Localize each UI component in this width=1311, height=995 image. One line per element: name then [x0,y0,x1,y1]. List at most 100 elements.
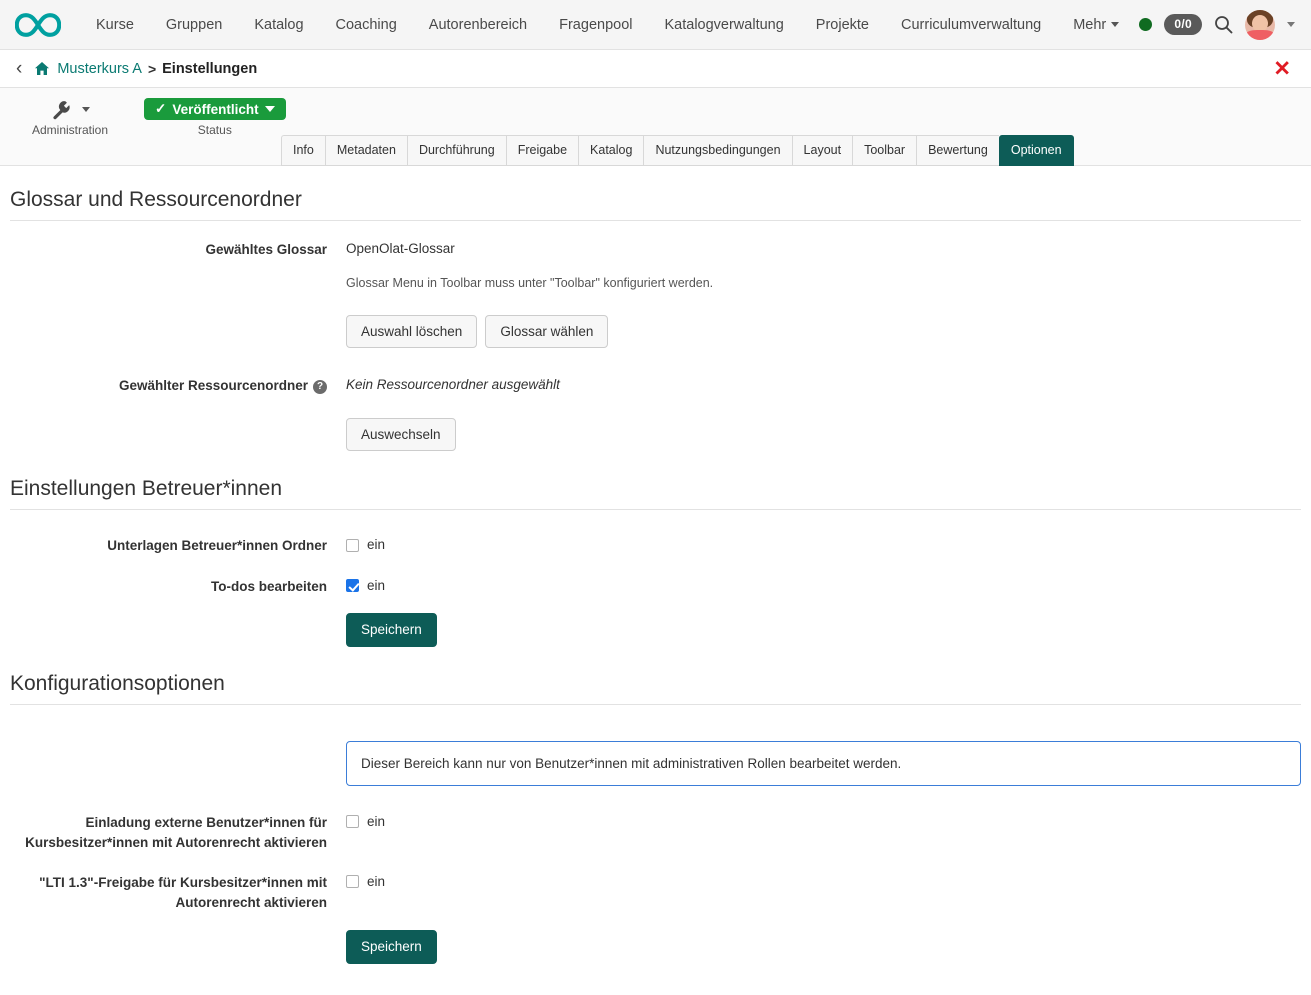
tab-info[interactable]: Info [281,135,325,166]
nav-item-autorenbereich[interactable]: Autorenbereich [413,0,543,50]
field-einladung: ein [337,812,385,832]
checkbox-row-todos[interactable]: ein [346,576,385,596]
tab-bewertung[interactable]: Bewertung [916,135,999,166]
search-icon[interactable] [1214,15,1233,34]
tab-katalog[interactable]: Katalog [578,135,643,166]
nav-item-mehr-label: Mehr [1073,17,1106,33]
nav-item-mehr[interactable]: Mehr [1057,0,1135,50]
label-gewaehlter-ressourcenordner: Gewählter Ressourcenordner? [10,375,337,396]
toolbar-items: Administration ✓ Veröffentlicht Status [0,96,1311,137]
status-chevron-down-icon [265,106,275,112]
tab-optionen[interactable]: Optionen [999,135,1074,166]
nav-item-projekte[interactable]: Projekte [800,0,885,50]
choose-glossary-button[interactable]: Glossar wählen [485,315,608,349]
administration-icon-row [32,96,108,122]
checkbox-row-lti[interactable]: ein [346,872,385,892]
spacer-label-info [10,741,337,742]
ressourcenordner-button-group: Auswechseln [346,418,560,452]
administration-button[interactable]: Administration [14,96,126,137]
clear-selection-button[interactable]: Auswahl löschen [346,315,477,349]
checkbox-lti-freigabe[interactable] [346,875,359,888]
user-menu-chevron-down-icon[interactable] [1287,22,1295,27]
status-caption: Status [144,123,286,137]
save-button-konfiguration[interactable]: Speichern [346,930,437,964]
breadcrumb-current-page: Einstellungen [162,61,257,77]
ressourcenordner-label-text: Gewählter Ressourcenordner [119,378,308,393]
nav-item-kurse[interactable]: Kurse [80,0,150,50]
avatar-face [1252,15,1268,32]
tab-metadaten[interactable]: Metadaten [325,135,407,166]
tab-nutzungsbedingungen[interactable]: Nutzungsbedingungen [643,135,791,166]
form-row-glossar: Gewähltes Glossar OpenOlat-Glossar Gloss… [10,239,1301,348]
form-row-save-konfiguration: Speichern [10,930,1301,964]
close-icon[interactable]: ✕ [1273,58,1291,79]
administration-label: Administration [32,123,108,137]
field-save-konfiguration: Speichern [337,930,437,964]
openolat-infinity-logo[interactable] [14,10,62,40]
nav-item-katalog[interactable]: Katalog [238,0,319,50]
field-save-betreuer: Speichern [337,613,437,647]
form-row-unterlagen: Unterlagen Betreuer*innen Ordner ein [10,535,1301,556]
home-icon[interactable] [34,61,50,76]
checkbox-einladung-label: ein [367,812,385,832]
breadcrumb-bar: ‹ Musterkurs A > Einstellungen ✕ [0,50,1311,88]
checkbox-todos-bearbeiten[interactable] [346,579,359,592]
save-button-betreuer[interactable]: Speichern [346,613,437,647]
spacer-label-konfiguration [10,930,337,931]
check-icon: ✓ [155,101,166,117]
tab-freigabe[interactable]: Freigabe [506,135,578,166]
form-row-info: Dieser Bereich kann nur von Benutzer*inn… [10,741,1301,786]
checkbox-todos-label: ein [367,576,385,596]
checkbox-einladung-externe[interactable] [346,815,359,828]
nav-item-curriculumverwaltung[interactable]: Curriculumverwaltung [885,0,1057,50]
wrench-icon [51,99,72,120]
tab-durchfuehrung[interactable]: Durchführung [407,135,506,166]
label-todos-bearbeiten: To-dos bearbeiten [10,576,337,597]
nav-item-gruppen[interactable]: Gruppen [150,0,238,50]
nav-item-fragenpool[interactable]: Fragenpool [543,0,648,50]
back-chevron-left-icon[interactable]: ‹ [14,59,34,78]
form-row-save-betreuer: Speichern [10,613,1301,647]
help-icon[interactable]: ? [313,380,327,394]
swap-resource-folder-button[interactable]: Auswechseln [346,418,456,452]
info-box-wrapper: Dieser Bereich kann nur von Benutzer*inn… [10,741,1301,786]
tab-toolbar[interactable]: Toolbar [852,135,916,166]
glossar-note: Glossar Menu in Toolbar muss unter "Tool… [346,274,713,292]
section-title-glossar: Glossar und Ressourcenordner [10,188,1301,221]
checkbox-unterlagen-label: ein [367,535,385,555]
admin-notice-box: Dieser Bereich kann nur von Benutzer*inn… [346,741,1301,786]
field-ressourcenordner: Kein Ressourcenordner ausgewählt Auswech… [337,375,560,451]
form-row-todos: To-dos bearbeiten ein [10,576,1301,597]
form-row-einladung: Einladung externe Benutzer*innen für Kur… [10,812,1301,852]
glossar-button-group: Auswahl löschen Glossar wählen [346,315,713,349]
label-unterlagen-ordner: Unterlagen Betreuer*innen Ordner [10,535,337,556]
main-nav-links: Kurse Gruppen Katalog Coaching Autorenbe… [80,0,1135,50]
checkbox-unterlagen-ordner[interactable] [346,539,359,552]
nav-item-coaching[interactable]: Coaching [320,0,413,50]
notification-counter-badge[interactable]: 0/0 [1164,14,1202,34]
top-navigation-bar: Kurse Gruppen Katalog Coaching Autorenbe… [0,0,1311,50]
checkbox-row-unterlagen[interactable]: ein [346,535,385,555]
section-title-konfiguration: Konfigurationsoptionen [10,672,1301,705]
status-badge[interactable]: ✓ Veröffentlicht [144,98,286,120]
tab-layout[interactable]: Layout [792,135,853,166]
field-glossar: OpenOlat-Glossar Glossar Menu in Toolbar… [337,239,713,348]
top-nav-right-cluster: 0/0 [1139,10,1299,40]
label-einladung-externe: Einladung externe Benutzer*innen für Kur… [10,812,337,852]
field-unterlagen: ein [337,535,385,555]
form-row-ressourcenordner: Gewählter Ressourcenordner? Kein Ressour… [10,375,1301,451]
checkbox-row-einladung[interactable]: ein [346,812,385,832]
avatar[interactable] [1245,10,1275,40]
chevron-down-icon [1111,22,1119,27]
status-badge-label: Veröffentlicht [172,102,258,117]
spacer-label-betreuer [10,613,337,614]
label-gewaehltes-glossar: Gewähltes Glossar [10,239,337,260]
label-lti-freigabe: "LTI 1.3"-Freigabe für Kursbesitzer*inne… [10,872,337,912]
breadcrumb-course-link[interactable]: Musterkurs A [57,61,142,77]
administration-chevron-down-icon [82,107,90,112]
online-status-dot [1139,18,1152,31]
field-todos: ein [337,576,385,596]
nav-item-katalogverwaltung[interactable]: Katalogverwaltung [648,0,799,50]
glossar-value: OpenOlat-Glossar [346,239,713,259]
course-toolbar: Administration ✓ Veröffentlicht Status I… [0,88,1311,166]
